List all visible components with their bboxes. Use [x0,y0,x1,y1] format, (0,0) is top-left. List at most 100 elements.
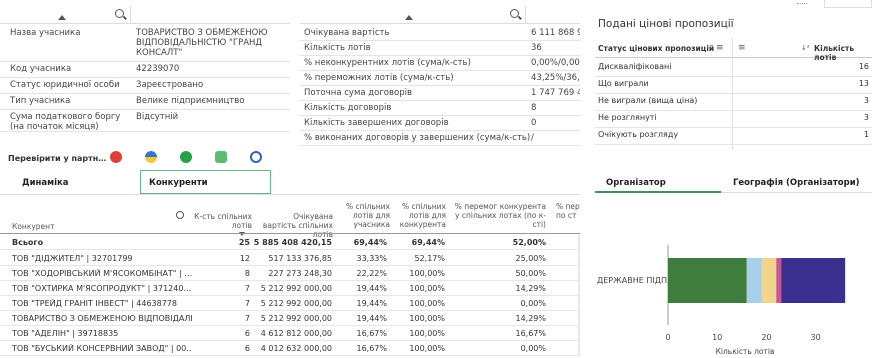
common-lots: 7 [244,314,250,323]
table-row[interactable]: ТОВАРИСТВО З ОБМЕЖЕНОЮ ВІДПОВІДАЛЬ… 7 5 21… [0,311,580,326]
common-lots-value: 4 012 632 000,00 [260,344,332,353]
x-tick-label: 10 [712,333,722,342]
competitor-name: ТОВ "ХОДОРІВСЬКИЙ М'ЯСОКОМБІНАТ" | … [12,269,192,278]
search-icon[interactable] [176,211,184,219]
search-icon[interactable] [510,9,519,18]
common-lots: 7 [244,299,250,308]
competitor-name: ТОВ "БУСЬКИЙ КОНСЕРВНИЙ ЗАВОД" | 00… [12,344,192,353]
table-row[interactable]: ТОВ "ДІДЖИТЕЛ" | 32701799 12 517 133 376,8… [0,251,580,266]
tab-geography[interactable]: Географія (Організатори) [733,178,860,188]
vertical-scrollbar[interactable] [578,235,580,355]
competitor-name: ТОВ "АДЕЛІН" | 39718835 [12,329,119,338]
offer-status: Очікують розгляду [598,130,679,139]
pct-competitor: 100,00% [409,329,445,338]
stats-field-label: % переможних лотів (сума/к-сть) [304,73,454,83]
pct-wins: 14,29% [515,314,546,323]
partner-leaf-icon[interactable] [215,151,227,163]
pct-participant: 22,22% [356,269,387,278]
tab-divider [721,192,872,193]
table-row[interactable]: ТОВ "ХОДОРІВСЬКИЙ М'ЯСОКОМБІНАТ" | … 8 227… [0,266,580,281]
more-options-icon[interactable] [824,0,872,8]
menu-icon[interactable]: ≡ [738,43,746,53]
stats-field-value: 1 747 769 4… [531,88,580,98]
total-label: Всього [12,238,44,247]
tab-organizer-underline [595,191,721,193]
participant-row: Статус юридичної особи Зареєстровано [0,78,290,94]
column-header-pct-participant[interactable]: % спільних лотів для учасника [340,202,390,229]
participant-field-value: Велике підприємництво [136,96,245,106]
participant-row: Назва учасника ТОВАРИСТВО З ОБМЕЖЕНОЮ ВІД… [0,26,290,62]
price-offer-row[interactable]: Очікують розгляду 1 [595,128,872,145]
total-row[interactable]: Всього 25 5 885 408 420,15 69,44% 69,44%… [0,235,580,250]
bar-segment[interactable] [776,258,782,303]
tab-competitors[interactable]: Конкуренти [149,178,208,188]
column-header-lots[interactable]: К-сть спільних лотів [190,212,252,230]
menu-icon[interactable]: ≡ [716,43,724,53]
participant-field-value: Відсутній [136,112,179,122]
sort-icon[interactable]: ↓² [801,44,810,52]
pct-wins: 16,67% [515,329,546,338]
stats-field-value: 0,00%/0,00% [531,58,580,68]
stats-row: % переможних лотів (сума/к-сть) 43,25%/36… [300,71,580,86]
category-label: ДЕРЖАВНЕ ПІДП… [597,276,675,285]
pct-wins: 14,29% [515,284,546,293]
offer-count: 3 [863,113,869,122]
offer-count: 1 [863,130,869,139]
common-lots-value: 517 133 376,85 [268,254,332,263]
pct-participant: 19,44% [356,284,387,293]
sort-up-icon[interactable] [58,15,66,20]
pct-participant: 33,33% [356,254,387,263]
table-row[interactable]: ТОВ "АДЕЛІН" | 39718835 6 4 612 812 000,00… [0,326,580,341]
column-header-competitor[interactable]: Конкурент [12,222,54,231]
partner-red-icon[interactable] [110,151,122,163]
total-pct-competitor: 69,44% [411,238,445,247]
offer-status: Не розглянуті [598,113,657,122]
price-offer-row[interactable]: Не виграли (вища ціна) 3 [595,94,872,111]
column-header-pct-wins[interactable]: % перемог конкурента у спільних лотах (п… [452,202,546,229]
sort-up-icon[interactable] [405,15,413,20]
tab-organizer[interactable]: Організатор [606,178,666,188]
table-row[interactable]: ТОВ "ТРЕЙД ГРАНІТ ІНВЕСТ" | 44638778 7 5 2… [0,296,580,311]
participant-field-value: 42239070 [136,64,180,74]
participant-field-value: ТОВАРИСТВО З ОБМЕЖЕНОЮ ВІДПОВІДАЛЬНІСТЮ … [136,28,268,58]
stats-row: Поточна сума договорів 1 747 769 4… [300,86,580,101]
pct-wins: 0,00% [520,299,546,308]
pct-participant: 16,67% [356,329,387,338]
stats-row: Очікувана вартість 6 111 868 9… [300,26,580,41]
stats-field-label: Поточна сума договорів [304,88,412,98]
pct-wins: 0,00% [520,344,546,353]
price-offer-row[interactable]: Що виграли 13 [595,77,872,94]
offer-count: 16 [858,62,869,71]
column-header-pct-wins-sum[interactable]: % пер по ст [556,202,580,220]
table-header-divider [0,233,580,234]
participant-row: Сума податкового боргу (на початок місяц… [0,110,290,132]
stats-row: % виконаних договорів у завершених (сума… [300,131,580,146]
stats-field-label: Кількість лотів [304,43,371,53]
bar-segment[interactable] [781,258,846,303]
x-tick-label: 20 [761,333,771,342]
table-row[interactable]: ТОВ "БУСЬКИЙ КОНСЕРВНИЙ ЗАВОД" | 00… 6 4 0… [0,341,580,356]
pct-competitor: 100,00% [409,299,445,308]
status-column-header[interactable]: Статус цінових пропозицій [598,44,714,53]
partner-ukraine-icon[interactable] [145,151,157,163]
bar-segment[interactable] [668,258,747,303]
competitor-name: ТОВ "ТРЕЙД ГРАНІТ ІНВЕСТ" | 44638778 [12,299,177,308]
bar-segment[interactable] [761,258,777,303]
grip-icon[interactable] [797,3,807,4]
stats-row: Кількість лотів 36 [300,41,580,56]
table-row[interactable]: ТОВ "ОХТИРКА М'ЯСОПРОДУКТ" | 371240… 7 5 2… [0,281,580,296]
price-offer-row[interactable]: Дискваліфіковані 16 [595,60,872,77]
stats-field-label: % неконкурентних лотів (сума/к-сть) [304,58,471,68]
partner-green-icon[interactable] [180,151,192,163]
tab-dynamics[interactable]: Динаміка [22,178,69,188]
column-header-pct-competitor[interactable]: % спільних лотів для конкурента [398,202,446,229]
bar-segment[interactable] [746,258,762,303]
pct-competitor: 100,00% [409,269,445,278]
search-icon[interactable] [115,9,124,18]
stats-field-value: 8 [531,103,537,113]
stats-field-value: 6 111 868 9… [531,28,580,38]
price-offers-header: Статус цінових пропозицій ≡ ≡ ↓² Кількіс… [595,38,872,62]
partner-blue-icon[interactable] [250,151,262,163]
price-offer-row[interactable]: Не розглянуті 3 [595,111,872,128]
offer-count: 3 [863,96,869,105]
